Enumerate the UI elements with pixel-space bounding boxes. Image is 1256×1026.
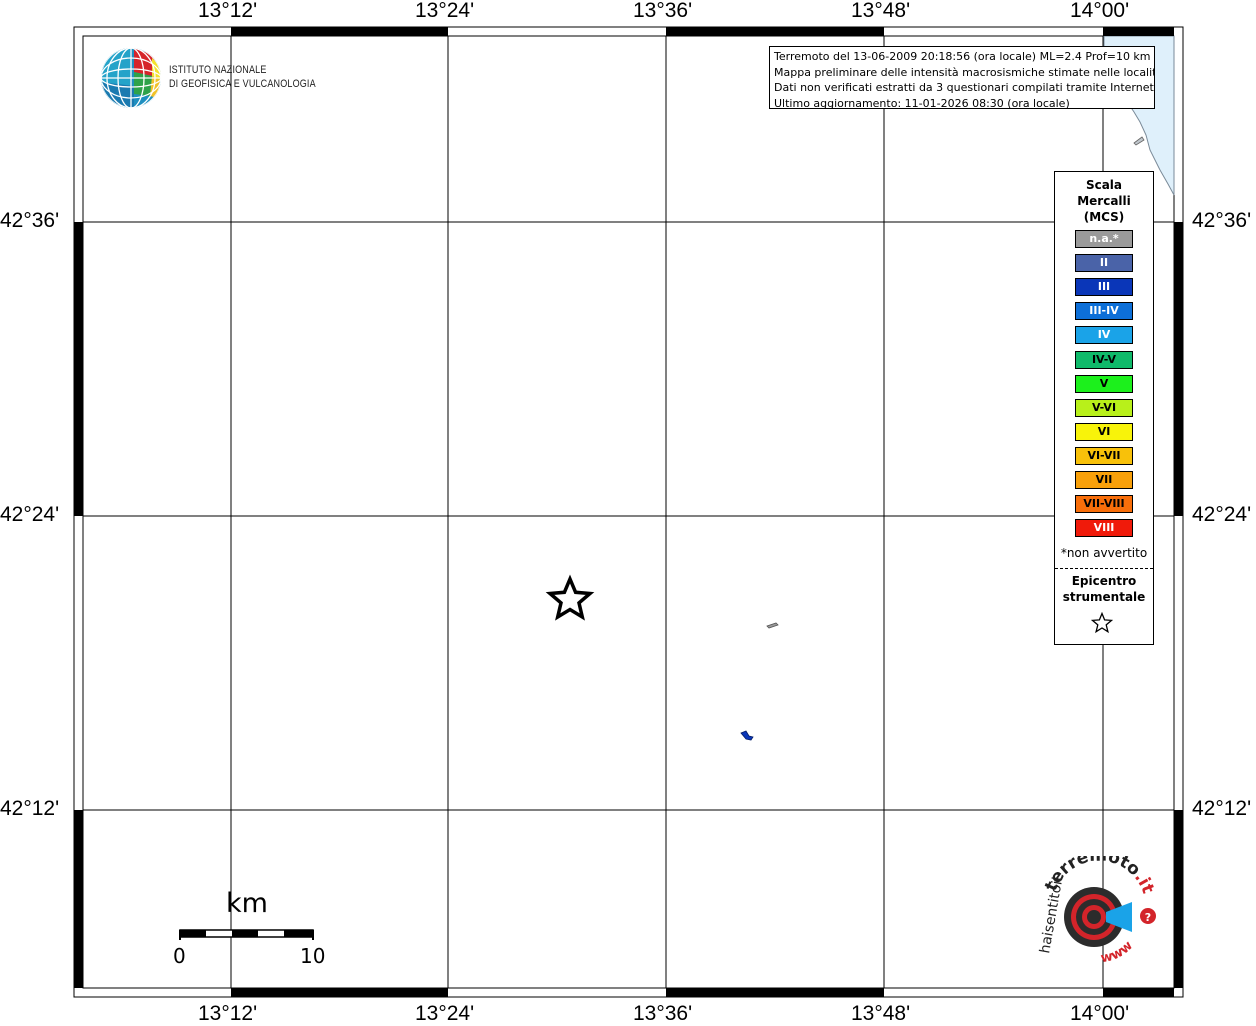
svg-text:haisentitoil: haisentitoil [1037,876,1066,955]
hsit-watermark-icon: ? terremoto.it haisentitoil www [1037,856,1158,966]
legend-title-3: (MCS) [1083,210,1125,224]
info-line-2: Mappa preliminare delle intensità macros… [774,65,1155,79]
legend-swatch-10: VII [1075,471,1133,489]
ingv-line-2: DI GEOFISICA E VULCANOLOGIA [169,78,316,90]
legend-swatch-8: VI [1075,422,1133,441]
scale-max: 10 [300,944,326,968]
earthquake-info-box: Terremoto del 13-06-2009 20:18:56 (ora l… [769,46,1155,109]
lon-label-top-1: 13°12' [198,0,258,22]
watermark-side-text: haisentitoil [1037,876,1066,955]
legend-title-2: Mercalli [1077,194,1131,208]
legend-swatch-0: n.a.* [1075,230,1133,248]
legend-swatch-3: III-IV [1075,302,1133,321]
lon-label-top-2: 13°24' [415,0,475,22]
svg-text:?: ? [1145,911,1151,924]
legend-swatch-11: VII-VIII [1075,495,1133,514]
legend-epicenter-label: Epicentro strumentale [1055,573,1153,605]
info-line-3: Dati non verificati estratti da 3 questi… [774,81,1155,94]
lon-label-top-5: 14°00' [1070,0,1130,22]
scale-unit: km [226,888,268,919]
lat-label-left-1: 42°36' [0,209,60,232]
lat-label-left-2: 42°24' [0,503,60,526]
ingv-logo-icon [101,48,161,108]
lon-label-bottom-5: 14°00' [1070,1002,1130,1025]
legend-swatch-4: IV [1075,326,1133,345]
lat-label-left-3: 42°12' [0,797,60,820]
scale-zero: 0 [173,944,186,968]
scale-bar [179,929,314,940]
lon-label-bottom-3: 13°36' [633,1002,693,1025]
legend-swatch-2: III [1075,278,1133,297]
lon-label-bottom-4: 13°48' [851,1002,911,1025]
legend-swatch-1: II [1075,254,1133,273]
ingv-line-1: ISTITUTO NAZIONALE [169,64,267,76]
lat-label-right-3: 42°12' [1192,797,1252,820]
lon-label-bottom-2: 13°24' [415,1002,475,1025]
info-line-4: Ultimo aggiornamento: 11-01-2026 08:30 (… [774,96,1070,109]
legend-separator [1055,568,1153,569]
ingv-logo-text: ISTITUTO NAZIONALE DI GEOFISICA E VULCAN… [169,63,316,91]
legend-swatch-9: VI-VII [1075,446,1133,465]
lon-label-bottom-1: 13°12' [198,1002,258,1025]
legend-swatch-5: IV-V [1075,350,1133,369]
legend-swatch-12: VIII [1075,519,1133,538]
legend-title-1: Scala [1085,178,1123,192]
legend-swatch-6: V [1075,374,1133,393]
info-line-1: Terremoto del 13-06-2009 20:18:56 (ora l… [774,50,1151,63]
lat-label-right-1: 42°36' [1192,209,1252,232]
legend-title: Scala Mercalli (MCS) [1055,177,1153,225]
legend-star-icon [1091,612,1113,634]
lat-label-right-2: 42°24' [1192,503,1252,526]
legend-swatch-7: V-VI [1075,398,1133,417]
legend-epicenter-2: strumentale [1062,590,1146,604]
lon-label-top-3: 13°36' [633,0,693,22]
lon-label-top-4: 13°48' [851,0,911,22]
legend-epicenter-1: Epicentro [1071,574,1137,588]
mcs-legend: Scala Mercalli (MCS) n.a.* II III III-IV IV I… [1054,171,1154,645]
legend-note: *non avvertito [1060,546,1148,560]
